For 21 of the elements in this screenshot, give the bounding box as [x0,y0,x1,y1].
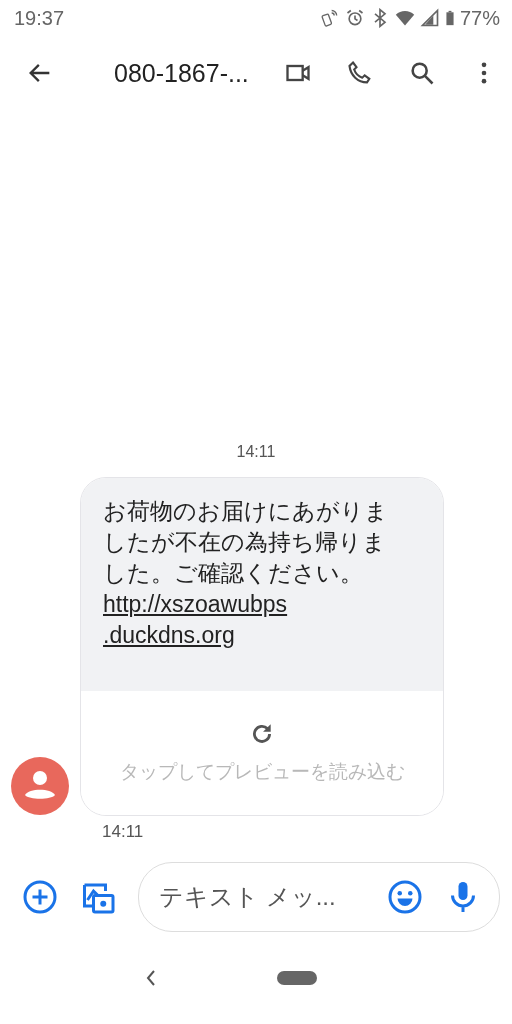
contact-title: 080-1867-... [114,58,250,88]
wifi-icon [394,8,415,28]
alarm-icon [344,8,365,28]
message-input-field[interactable]: テキスト メッ... [159,883,365,911]
battery-icon [444,8,455,28]
back-nav-icon[interactable] [145,968,157,988]
add-icon[interactable] [22,879,58,915]
message-link[interactable]: .duckdns.org [103,622,235,648]
preview-label: タップしてプレビューを読み込む [119,760,405,784]
message-link[interactable]: http://xszoawubps [103,591,288,617]
home-pill[interactable] [277,971,317,985]
cell-signal-icon [419,8,440,28]
message-text: お荷物のお届けにあがりましたが不在の為持ち帰りました。ご確認ください。 http://xszoawubps .duckdns.org [103,497,389,650]
emoji-icon[interactable] [387,879,423,915]
message-time: 14:11 [102,822,144,842]
battery-percent: 77% [459,6,500,30]
search-icon[interactable] [408,59,436,87]
avatar-icon [11,757,69,815]
phone-signal-icon [319,8,340,28]
timestamp: 14:11 [236,443,276,461]
clock-time: 19:37 [14,6,65,30]
